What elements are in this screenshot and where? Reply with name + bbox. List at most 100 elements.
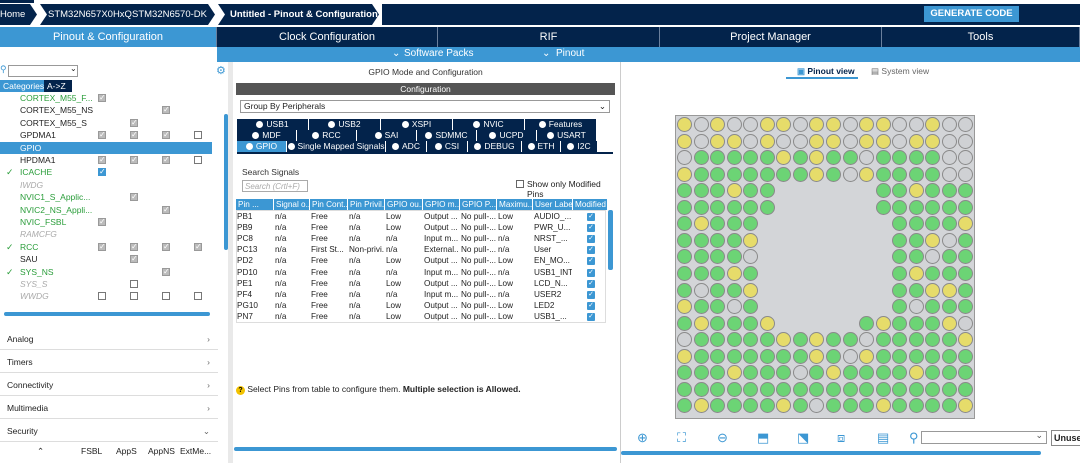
- pin-ball[interactable]: [859, 166, 875, 182]
- table-cell[interactable]: Low: [498, 211, 532, 222]
- tab-pinout[interactable]: Pinout & Configuration: [0, 27, 217, 47]
- pin-ball[interactable]: [958, 315, 974, 331]
- pin-ball[interactable]: [842, 133, 858, 149]
- pin-ball[interactable]: [677, 249, 692, 265]
- pin-ball[interactable]: [726, 348, 742, 364]
- table-cell[interactable]: No pull-...: [461, 255, 496, 266]
- table-cell[interactable]: EN_MO...: [534, 255, 572, 266]
- pin-ball[interactable]: [941, 381, 957, 397]
- table-cell[interactable]: Output ...: [424, 278, 459, 289]
- pin-ball[interactable]: [958, 199, 974, 215]
- table-cell[interactable]: NRST_...: [534, 233, 572, 244]
- table-cell[interactable]: n/a: [386, 233, 422, 244]
- pin-ball[interactable]: [958, 332, 974, 348]
- pin-ball[interactable]: [677, 117, 692, 132]
- table-cell[interactable]: n/a: [349, 211, 384, 222]
- group-by-select[interactable]: Group By Peripherals ⌄: [240, 100, 610, 113]
- pin-ball[interactable]: [892, 398, 908, 414]
- pin-ball[interactable]: [941, 348, 957, 364]
- zoom-out-icon[interactable]: ⊖: [717, 430, 728, 446]
- pin-ball[interactable]: [908, 117, 924, 132]
- pin-ball[interactable]: [908, 266, 924, 281]
- table-cell[interactable]: USB1_INT: [534, 267, 572, 278]
- pin-ball[interactable]: [693, 398, 709, 414]
- table-cell[interactable]: No pull-...: [461, 233, 496, 244]
- pin-ball[interactable]: [958, 282, 974, 298]
- pin-ball[interactable]: [726, 133, 742, 149]
- pin-ball[interactable]: [726, 150, 742, 166]
- column-header[interactable]: Pin ...: [236, 199, 274, 210]
- pin-ball[interactable]: [958, 166, 974, 182]
- pin-ball[interactable]: [958, 299, 974, 315]
- peripheral-tab[interactable]: Features: [525, 119, 597, 130]
- table-cell[interactable]: n/a: [275, 311, 309, 322]
- pin-ball[interactable]: [759, 199, 775, 215]
- pin-ball[interactable]: [941, 266, 957, 281]
- table-cell[interactable]: n/a: [349, 289, 384, 300]
- pin-ball[interactable]: [710, 232, 726, 248]
- pin-ball[interactable]: [726, 232, 742, 248]
- table-cell[interactable]: n/a: [349, 222, 384, 233]
- context-checkbox[interactable]: [130, 292, 138, 301]
- pin-ball[interactable]: [892, 381, 908, 397]
- pin-ball[interactable]: [908, 348, 924, 364]
- table-cell[interactable]: PD2: [237, 255, 273, 266]
- pin-ball[interactable]: [925, 117, 941, 132]
- pin-ball[interactable]: [842, 117, 858, 132]
- pin-ball[interactable]: [776, 117, 792, 132]
- pin-ball[interactable]: [710, 365, 726, 381]
- table-cell[interactable]: n/a: [349, 267, 384, 278]
- context-checkbox[interactable]: [130, 280, 138, 288]
- context-checkbox[interactable]: [162, 241, 170, 253]
- pin-ball[interactable]: [693, 117, 709, 132]
- pin-ball[interactable]: [941, 249, 957, 265]
- context-checkbox[interactable]: [98, 129, 106, 141]
- pin-ball[interactable]: [842, 332, 858, 348]
- pin-ball[interactable]: [875, 117, 891, 132]
- pin-ball[interactable]: [941, 183, 957, 199]
- pin-ball[interactable]: [908, 381, 924, 397]
- table-cell[interactable]: Free: [311, 222, 347, 233]
- pin-ball[interactable]: [743, 365, 759, 381]
- pin-ball[interactable]: [677, 381, 692, 397]
- pin-ball[interactable]: [892, 166, 908, 182]
- pin-ball[interactable]: [892, 249, 908, 265]
- pin-ball[interactable]: [726, 249, 742, 265]
- table-cell[interactable]: PE1: [237, 278, 273, 289]
- pin-ball[interactable]: [958, 232, 974, 248]
- peripheral-tab[interactable]: NVIC: [453, 119, 525, 130]
- pin-ball[interactable]: [925, 381, 941, 397]
- column-header[interactable]: User Label: [533, 199, 573, 210]
- pin-ball[interactable]: [759, 381, 775, 397]
- pin-ball[interactable]: [908, 216, 924, 232]
- pin-ball[interactable]: [710, 348, 726, 364]
- pin-ball[interactable]: [759, 117, 775, 132]
- table-cell[interactable]: User: [534, 244, 572, 255]
- pin-ball[interactable]: [677, 365, 692, 381]
- pin-ball[interactable]: [743, 183, 759, 199]
- peripheral-tab[interactable]: SDMMC: [417, 130, 477, 141]
- table-cell[interactable]: No pull-...: [461, 300, 496, 311]
- component-list-item[interactable]: SAU: [0, 253, 212, 265]
- pin-ball[interactable]: [875, 150, 891, 166]
- pin-ball[interactable]: [792, 133, 808, 149]
- pin-ball[interactable]: [958, 133, 974, 149]
- pin-ball[interactable]: [925, 282, 941, 298]
- pin-ball[interactable]: [941, 117, 957, 132]
- table-cell[interactable]: Free: [311, 233, 347, 244]
- export-icon[interactable]: ⬒: [757, 430, 769, 446]
- pin-ball[interactable]: [941, 150, 957, 166]
- table-cell[interactable]: Free: [311, 278, 347, 289]
- pin-ball[interactable]: [859, 117, 875, 132]
- pin-ball[interactable]: [743, 232, 759, 248]
- pin-ball[interactable]: [941, 332, 957, 348]
- pin-ball[interactable]: [743, 282, 759, 298]
- horizontal-scrollbar[interactable]: [234, 447, 617, 451]
- context-checkbox[interactable]: [162, 154, 170, 166]
- table-cell[interactable]: n/a: [498, 289, 532, 300]
- pin-ball[interactable]: [941, 398, 957, 414]
- pin-ball[interactable]: [908, 183, 924, 199]
- table-cell[interactable]: No pull-...: [461, 222, 496, 233]
- pin-ball[interactable]: [743, 166, 759, 182]
- peripheral-tab[interactable]: Single Mapped Signals: [287, 141, 386, 152]
